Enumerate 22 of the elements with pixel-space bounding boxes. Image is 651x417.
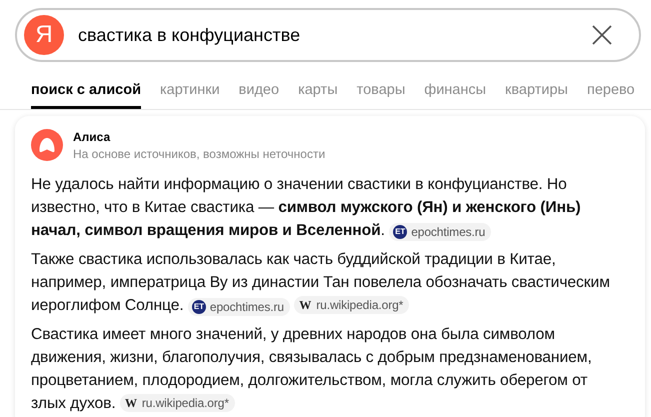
alice-icon [31, 129, 63, 161]
tab[interactable]: картинки [160, 74, 220, 109]
search-query: свастика в конфуцианстве [78, 24, 302, 46]
tab[interactable]: квартиры [505, 74, 568, 109]
source-link[interactable]: W ru.wikipedia.org* [294, 296, 410, 314]
source-link[interactable]: W ru.wikipedia.org* [120, 394, 235, 412]
source-link[interactable]: ET epochtimes.ru [389, 223, 492, 241]
tab[interactable]: финансы [424, 74, 486, 109]
disclaimer: На основе источников, возможны неточности [73, 146, 326, 160]
tab[interactable]: товары [356, 74, 406, 109]
tab[interactable]: перево [586, 74, 635, 109]
tab[interactable]: видео [238, 74, 280, 109]
tab[interactable]: карты [298, 74, 338, 109]
close-icon[interactable] [591, 24, 613, 46]
tab[interactable]: поиск с алисой [31, 74, 141, 109]
answer-paragraph: Также свастика использовалась как часть буддийской традиции в Китае, например, императрица Ву из династии Тан повелела обозначать свастическим иероглифом Солнце. ET epochtimes.ru W ru.wikipedia.org* [31, 250, 611, 317]
logo-icon[interactable]: Я [24, 15, 64, 55]
source-link[interactable]: ET epochtimes.ru [188, 298, 290, 316]
search-field[interactable]: Я свастика в конфуцианстве [15, 8, 641, 62]
answer-paragraph: Свастика имеет много значений, у древних народов она была символом движения, жизни, благополучия, связывалась с добрым предзнаменованием, процветанием, плодородием, долгожительством, могла служить оберегом от злых духов. W ru.wikipedia.org* [31, 325, 593, 414]
answer-paragraph: Не удалось найти информацию о значении свастики в конфуцианстве. Но известно, что в Китае свастика — символ мужского (Ян) и женского (Инь) начал, символ вращения миров и Вселенной. ET epochtimes.ru [31, 175, 582, 242]
author-name: Алиса [73, 130, 112, 144]
